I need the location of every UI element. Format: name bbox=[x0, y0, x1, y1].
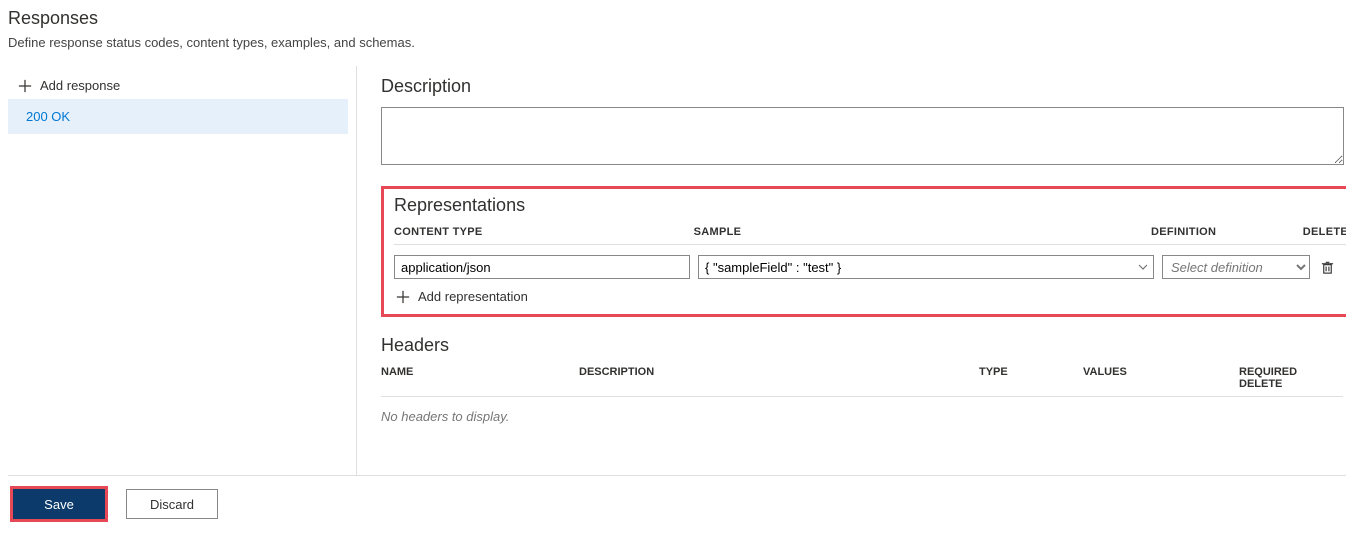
representation-row: Select definition bbox=[394, 255, 1346, 279]
trash-icon bbox=[1320, 260, 1335, 275]
response-item-label: 200 OK bbox=[26, 109, 70, 124]
save-button[interactable]: Save bbox=[13, 489, 105, 519]
hcol-required-delete: REQUIRED DELETE bbox=[1239, 366, 1343, 390]
response-item-200[interactable]: 200 OK bbox=[8, 99, 348, 134]
representations-table-header: CONTENT TYPE SAMPLE DEFINITION DELETE bbox=[394, 226, 1346, 245]
content-type-input[interactable] bbox=[394, 255, 690, 279]
hcol-type: TYPE bbox=[979, 366, 1083, 390]
headers-table-header: NAME DESCRIPTION TYPE VALUES REQUIRED DE… bbox=[381, 366, 1343, 397]
save-highlight: Save bbox=[10, 486, 108, 522]
col-content-type: CONTENT TYPE bbox=[394, 226, 694, 238]
headers-heading: Headers bbox=[381, 335, 1343, 356]
description-textarea[interactable] bbox=[381, 107, 1344, 165]
add-response-label: Add response bbox=[40, 78, 120, 93]
representations-highlight: Representations CONTENT TYPE SAMPLE DEFI… bbox=[381, 186, 1346, 317]
headers-empty-text: No headers to display. bbox=[381, 409, 1343, 424]
definition-select[interactable]: Select definition bbox=[1162, 255, 1310, 279]
responses-sidebar: Add response 200 OK bbox=[8, 66, 356, 475]
add-representation-button[interactable]: Add representation bbox=[394, 279, 1346, 308]
delete-representation-button[interactable] bbox=[1318, 258, 1337, 277]
col-delete: DELETE bbox=[1299, 226, 1346, 238]
hcol-values: VALUES bbox=[1083, 366, 1239, 390]
col-definition: DEFINITION bbox=[1151, 226, 1299, 238]
add-representation-label: Add representation bbox=[418, 289, 528, 304]
add-response-button[interactable]: Add response bbox=[8, 72, 356, 99]
response-detail-pane: Description Representations CONTENT TYPE… bbox=[356, 66, 1346, 475]
hcol-description: DESCRIPTION bbox=[579, 366, 979, 390]
description-heading: Description bbox=[381, 76, 1346, 97]
sample-input[interactable] bbox=[698, 255, 1154, 279]
discard-button[interactable]: Discard bbox=[126, 489, 218, 519]
page-subtitle: Define response status codes, content ty… bbox=[8, 35, 1346, 50]
hcol-name: NAME bbox=[381, 366, 579, 390]
representations-heading: Representations bbox=[394, 195, 1346, 216]
plus-icon bbox=[18, 79, 32, 93]
plus-icon bbox=[396, 290, 410, 304]
footer-bar: Save Discard bbox=[8, 476, 1346, 528]
headers-section: Headers NAME DESCRIPTION TYPE VALUES REQ… bbox=[381, 335, 1343, 424]
page-title: Responses bbox=[8, 8, 1346, 29]
col-sample: SAMPLE bbox=[694, 226, 1151, 238]
